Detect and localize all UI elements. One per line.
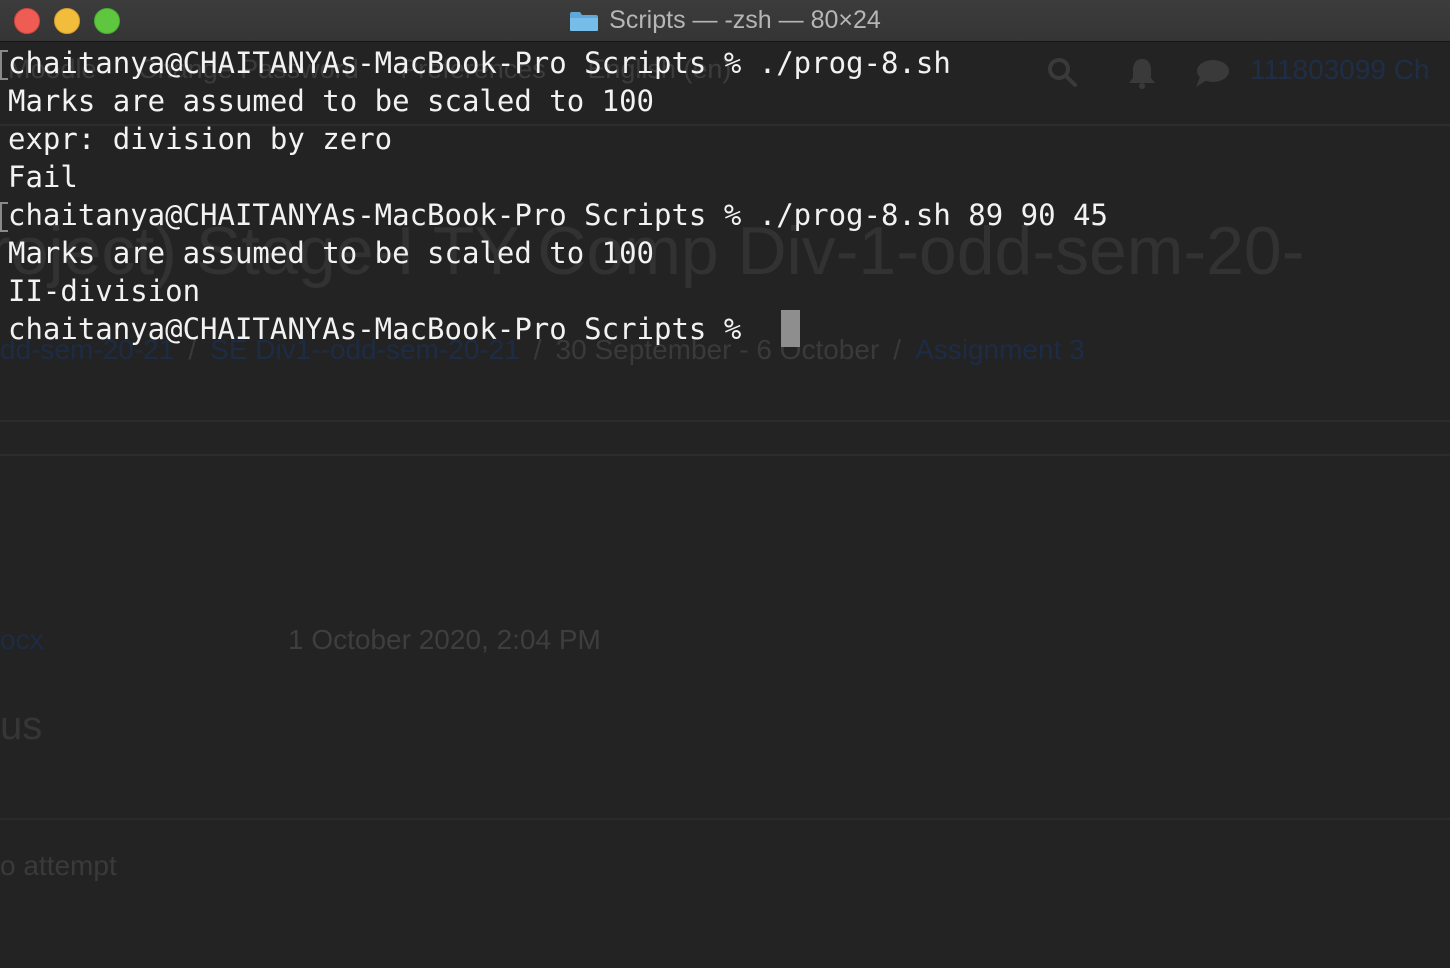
background-attempt-text: o attempt <box>0 850 117 881</box>
window-title: Scripts — -zsh — 80×24 <box>609 6 881 34</box>
terminal-prompt-line[interactable]: chaitanya@CHAITANYAs-MacBook-Pro Scripts… <box>8 310 759 348</box>
breadcrumb-item: Assignment 3 <box>915 334 1085 365</box>
bell-icon <box>1129 59 1155 89</box>
text-cursor <box>781 310 800 347</box>
window-title-group: Scripts — -zsh — 80×24 <box>0 0 1450 41</box>
folder-icon <box>570 11 599 31</box>
terminal-line: Marks are assumed to be scaled to 100 <box>8 236 655 270</box>
terminal-line: II-division <box>8 274 201 308</box>
search-icon <box>1048 58 1077 87</box>
background-divider <box>0 454 1450 456</box>
terminal-window: Moodle Change Password Preferences Engli… <box>0 0 1450 968</box>
prompt-mark <box>0 50 8 80</box>
terminal-line: expr: division by zero <box>8 122 393 156</box>
terminal-line: chaitanya@CHAITANYAs-MacBook-Pro Scripts… <box>8 46 951 80</box>
background-user-name: 111803099 Ch <box>1250 54 1430 85</box>
terminal-line: chaitanya@CHAITANYAs-MacBook-Pro Scripts… <box>8 198 1108 232</box>
chat-icon <box>1196 60 1229 87</box>
prompt-mark <box>0 202 8 232</box>
title-bar[interactable]: Scripts — -zsh — 80×24 <box>0 0 1450 42</box>
terminal-line: Marks are assumed to be scaled to 100 <box>8 84 655 118</box>
background-webpage: Moodle Change Password Preferences Engli… <box>0 42 1450 968</box>
breadcrumb-separator: / <box>893 334 902 365</box>
background-divider <box>0 818 1450 820</box>
terminal-line: Fail <box>8 160 78 194</box>
background-divider <box>0 420 1450 422</box>
background-status-heading: us <box>0 704 43 748</box>
background-file-date: 1 October 2020, 2:04 PM <box>288 624 601 655</box>
background-file-name: ocx <box>0 624 44 655</box>
